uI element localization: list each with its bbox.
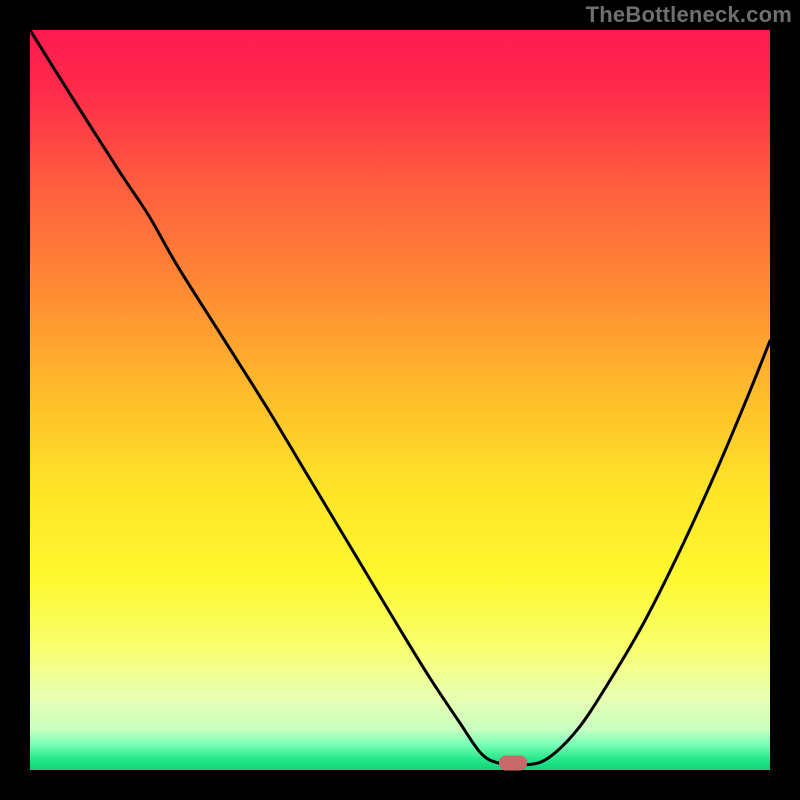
plot-area (30, 30, 770, 770)
watermark-text: TheBottleneck.com (586, 2, 792, 28)
curve-layer (30, 30, 770, 770)
chart-frame: TheBottleneck.com (0, 0, 800, 800)
bottleneck-curve (30, 30, 770, 765)
optimal-point-marker (499, 755, 527, 770)
